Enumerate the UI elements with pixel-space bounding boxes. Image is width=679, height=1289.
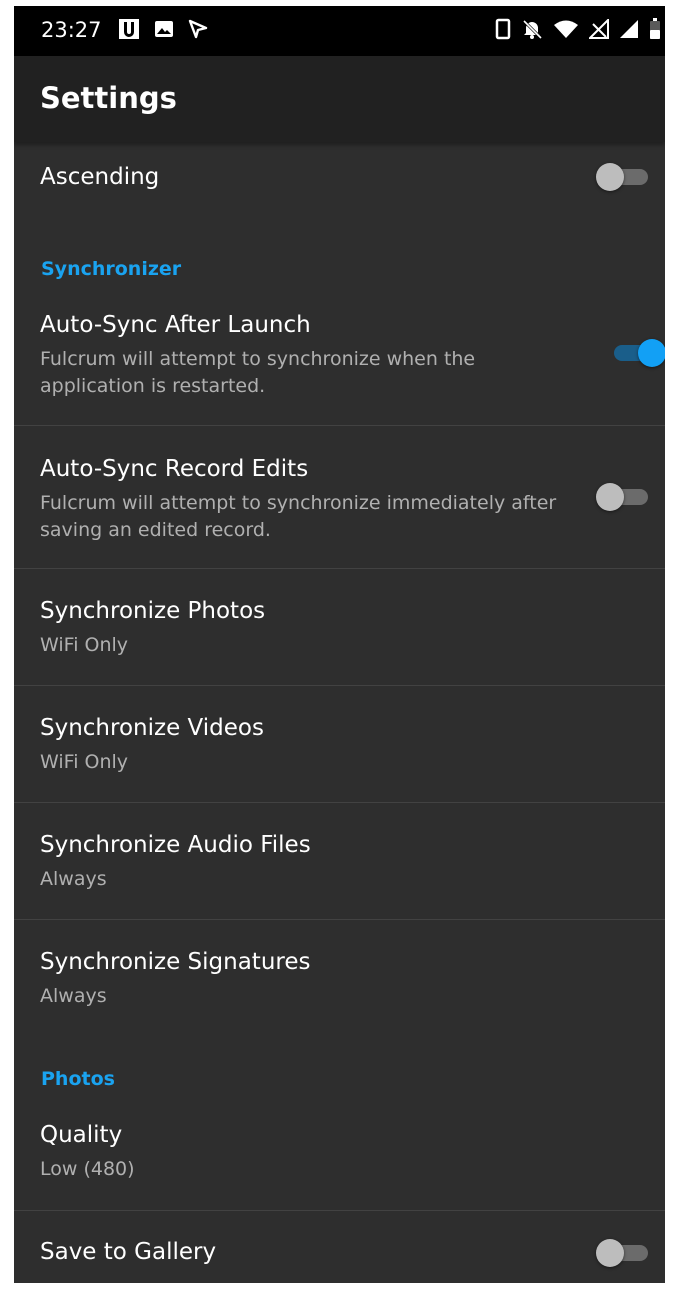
signal-icon (619, 19, 639, 43)
setting-title: Synchronize Photos (40, 598, 266, 624)
setting-title: Synchronize Audio Files (40, 832, 311, 858)
toggle-thumb (596, 483, 624, 511)
setting-sync-videos[interactable]: Synchronize Videos WiFi Only (14, 685, 665, 802)
setting-summary: Fulcrum will attempt to synchronize when… (40, 348, 476, 397)
setting-auto-sync-launch[interactable]: Auto-Sync After Launch Fulcrum will atte… (14, 298, 665, 425)
auto-sync-edits-toggle[interactable] (596, 480, 652, 514)
setting-summary: Always (40, 868, 107, 890)
setting-quality[interactable]: Quality Low (480) (14, 1106, 665, 1210)
page-title: Settings (40, 81, 177, 115)
app-bar: Settings (14, 56, 665, 142)
toggle-thumb (596, 163, 624, 191)
setting-title: Quality (40, 1122, 123, 1148)
category-synchronizer: Synchronizer (41, 258, 182, 280)
device-screen: 23:27 Settings Ascending Synchronizer Au… (14, 6, 665, 1283)
setting-summary: Always (40, 985, 107, 1007)
status-notification-icons (118, 19, 222, 43)
setting-sync-audio[interactable]: Synchronize Audio Files Always (14, 802, 665, 919)
navigation-icon (188, 19, 208, 43)
setting-ascending[interactable]: Ascending (14, 142, 665, 226)
toggle-thumb (638, 339, 665, 367)
setting-sync-signatures[interactable]: Synchronize Signatures Always (14, 919, 665, 1036)
no-sim-icon (587, 17, 609, 43)
image-icon (154, 19, 174, 43)
status-system-icons (495, 17, 665, 44)
setting-auto-sync-edits[interactable]: Auto-Sync Record Edits Fulcrum will atte… (14, 425, 665, 568)
save-gallery-toggle[interactable] (596, 1236, 652, 1270)
status-bar: 23:27 (14, 6, 665, 56)
setting-summary: WiFi Only (40, 751, 129, 773)
vibrate-icon (495, 18, 511, 44)
mute-icon (521, 18, 543, 44)
setting-summary: WiFi Only (40, 634, 129, 656)
auto-sync-launch-toggle[interactable] (610, 336, 665, 370)
setting-sync-photos[interactable]: Synchronize Photos WiFi Only (14, 568, 665, 685)
setting-title: Auto-Sync Record Edits (40, 456, 309, 482)
setting-summary: Low (480) (40, 1158, 135, 1180)
setting-title: Save to Gallery (40, 1239, 217, 1265)
status-time: 23:27 (41, 18, 102, 42)
setting-summary: Fulcrum will attempt to synchronize imme… (40, 492, 557, 541)
ascending-toggle[interactable] (596, 160, 652, 194)
setting-title: Auto-Sync After Launch (40, 312, 311, 338)
setting-title: Synchronize Videos (40, 715, 264, 741)
battery-icon (649, 18, 661, 44)
setting-title: Synchronize Signatures (40, 949, 311, 975)
toggle-thumb (596, 1239, 624, 1267)
u-app-icon (118, 18, 140, 44)
wifi-icon (553, 19, 579, 43)
setting-title: Ascending (40, 164, 160, 190)
setting-save-gallery[interactable]: Save to Gallery (14, 1210, 665, 1283)
category-photos: Photos (41, 1068, 115, 1090)
